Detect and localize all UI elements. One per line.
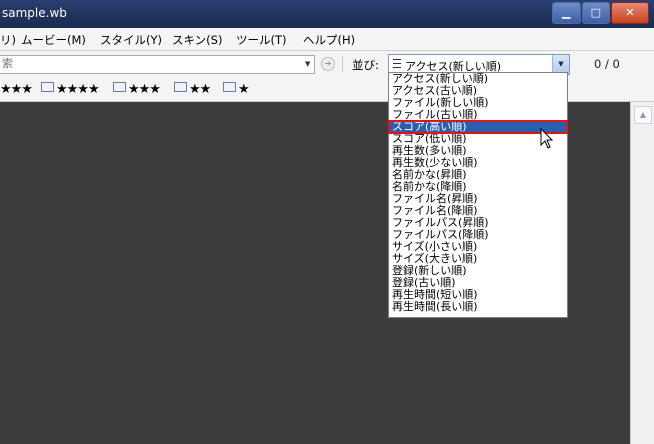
window-controls: ▁ □ ✕ bbox=[552, 2, 650, 24]
window-title: sample.wb bbox=[2, 6, 67, 20]
sort-dropdown-list: アクセス(新しい順) アクセス(古い順) ファイル(新しい順) ファイル(古い順… bbox=[388, 72, 568, 318]
sort-option[interactable]: 再生時間(長い順) bbox=[389, 301, 567, 313]
tag-icon bbox=[41, 82, 54, 92]
sort-label: 並び: bbox=[352, 58, 379, 72]
menu-bar: リ) ムービー(M) スタイル(Y) スキン(S) ツール(T) ヘルプ(H) bbox=[0, 28, 654, 51]
menu-item-help[interactable]: ヘルプ(H) bbox=[303, 32, 355, 48]
menu-item-movie[interactable]: ムービー(M) bbox=[21, 32, 86, 48]
vertical-scrollbar[interactable]: ▲ bbox=[630, 102, 654, 444]
menu-item-view[interactable]: リ) bbox=[0, 32, 16, 48]
maximize-button[interactable]: □ bbox=[581, 2, 611, 24]
tag-icon bbox=[174, 82, 187, 92]
toolbar-divider bbox=[342, 56, 343, 72]
scroll-up-icon[interactable]: ▲ bbox=[634, 106, 652, 124]
rating-filter-2[interactable]: ★★ bbox=[174, 82, 211, 97]
rating-filter-3-partial[interactable]: ★★★ bbox=[0, 82, 33, 97]
menu-item-tools[interactable]: ツール(T) bbox=[236, 32, 287, 48]
search-box bbox=[0, 55, 315, 74]
item-counter: 0 / 0 bbox=[594, 57, 620, 71]
menu-item-style[interactable]: スタイル(Y) bbox=[100, 32, 162, 48]
minimize-button[interactable]: ▁ bbox=[552, 2, 581, 24]
tag-icon bbox=[113, 82, 126, 92]
menu-item-skin[interactable]: スキン(S) bbox=[172, 32, 222, 48]
chevron-down-icon[interactable]: ▼ bbox=[305, 60, 310, 68]
mouse-cursor-icon bbox=[540, 128, 554, 149]
search-input[interactable] bbox=[0, 56, 294, 71]
rating-filter-4[interactable]: ★★★★ bbox=[41, 82, 100, 97]
close-button[interactable]: ✕ bbox=[611, 2, 650, 24]
rating-filter-3[interactable]: ★★★ bbox=[113, 82, 161, 97]
tag-icon bbox=[223, 82, 236, 92]
list-icon bbox=[393, 59, 401, 69]
title-bar: sample.wb ▁ □ ✕ bbox=[0, 0, 654, 28]
search-go-icon[interactable]: ➔ bbox=[321, 57, 335, 71]
rating-filter-1[interactable]: ★ bbox=[223, 82, 250, 97]
